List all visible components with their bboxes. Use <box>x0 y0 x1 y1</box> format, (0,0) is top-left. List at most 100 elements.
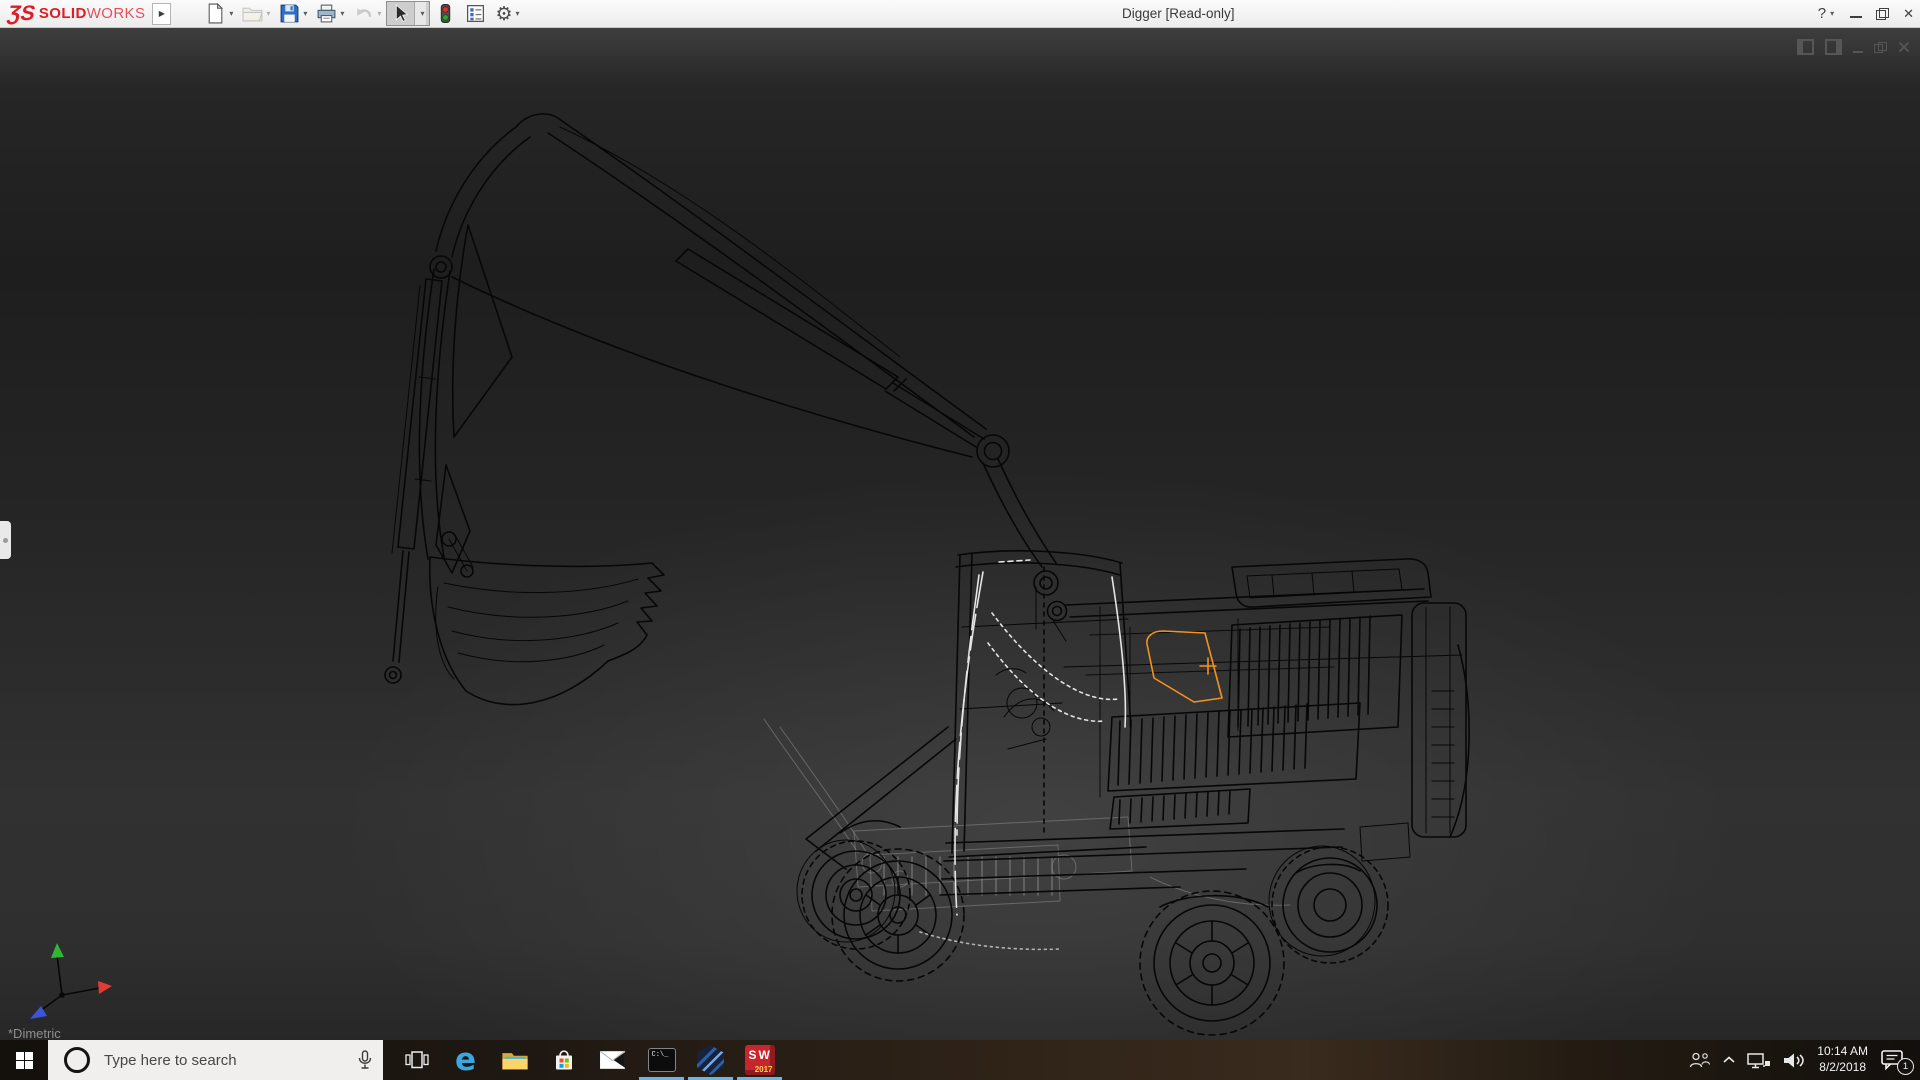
dropdown-arrow-icon[interactable]: ▾ <box>340 9 344 18</box>
highlight-edges <box>919 559 1127 951</box>
sw-year-label: 2017 <box>754 1065 773 1074</box>
people-icon <box>1690 1052 1711 1068</box>
chevron-up-icon <box>1723 1056 1735 1063</box>
open-folder-icon <box>242 7 264 22</box>
new-document-button[interactable]: ▾ <box>201 1 237 26</box>
wheels <box>796 819 1389 1036</box>
task-view-button[interactable] <box>392 1040 441 1080</box>
cortana-icon <box>64 1047 90 1073</box>
solidworks-logo-mark-icon: ƷS <box>5 2 38 25</box>
network-icon <box>1747 1052 1771 1068</box>
taskbar-clock[interactable]: 10:14 AM 8/2/2018 <box>1817 1044 1868 1075</box>
document-window-controls <box>1797 39 1910 55</box>
window-controls: ? ▾ ✕ <box>1818 0 1914 27</box>
action-center-button[interactable]: 1 <box>1880 1049 1914 1075</box>
undo-button[interactable]: ▾ <box>349 1 385 26</box>
view-orientation-label: *Dimetric <box>8 1026 61 1040</box>
people-button[interactable] <box>1689 1052 1711 1068</box>
windows-logo-icon <box>15 1051 33 1069</box>
dropdown-arrow-icon[interactable]: ▾ <box>229 9 233 18</box>
edrawings-button[interactable] <box>686 1040 735 1080</box>
edge-icon: e <box>454 1042 477 1078</box>
new-document-icon <box>209 3 224 24</box>
select-dropdown-section[interactable]: ▾ <box>414 2 427 25</box>
boom-arm <box>384 113 1068 684</box>
brand-solid-text: SOLID <box>38 5 87 22</box>
windows-taskbar: e C: <box>0 1040 1920 1080</box>
system-tray: 10:14 AM 8/2/2018 1 <box>1689 1040 1920 1080</box>
pane-left-icon[interactable] <box>1797 39 1814 55</box>
bucket <box>428 556 665 706</box>
doc-minimize-button[interactable] <box>1853 50 1863 53</box>
file-explorer-button[interactable] <box>490 1040 539 1080</box>
rebuild-button[interactable] <box>431 1 460 26</box>
brand-works-text: WORKS <box>86 5 146 22</box>
command-prompt-button[interactable]: C:\_ <box>637 1040 686 1080</box>
select-cursor-icon <box>396 4 409 23</box>
excavator-body <box>805 558 1470 896</box>
file-explorer-icon <box>501 1052 528 1069</box>
file-properties-icon <box>467 4 485 23</box>
solidworks-2017-icon: SW 2017 <box>744 1045 775 1075</box>
document-title: Digger [Read-only] <box>1122 6 1235 21</box>
orientation-triad[interactable] <box>30 943 112 1019</box>
store-button[interactable] <box>539 1040 588 1080</box>
undo-arrow-icon <box>357 8 372 17</box>
edge-button[interactable]: e <box>441 1040 490 1080</box>
restore-button[interactable] <box>1876 7 1890 20</box>
start-button[interactable] <box>0 1040 48 1080</box>
gear-icon: ⚙ <box>495 2 513 25</box>
doc-restore-button[interactable] <box>1874 41 1887 53</box>
rebuild-traffic-light-icon <box>441 4 451 23</box>
doc-close-button[interactable] <box>1898 41 1910 53</box>
quick-access-toolbar: ▾ ▾ ▾ ▾ ▾ ▾ ⚙ ▾ <box>201 0 524 27</box>
graphics-viewport[interactable]: *Dimetric <box>0 27 1920 1040</box>
dropdown-arrow-icon[interactable]: ▾ <box>303 9 307 18</box>
options-button[interactable]: ⚙ ▾ <box>491 1 523 26</box>
mail-button[interactable] <box>588 1040 637 1080</box>
print-button[interactable]: ▾ <box>312 1 348 26</box>
help-dropdown-icon[interactable]: ▾ <box>1830 9 1834 18</box>
solidworks-logo: ƷS SOLID WORKS <box>5 0 146 27</box>
dropdown-arrow-icon[interactable]: ▾ <box>516 9 520 18</box>
open-button[interactable]: ▾ <box>238 1 274 26</box>
minimize-button[interactable] <box>1850 15 1863 18</box>
store-icon <box>555 1050 572 1070</box>
pane-right-icon[interactable] <box>1825 39 1842 55</box>
select-tool-button[interactable]: ▾ <box>386 1 431 26</box>
taskbar-apps: e C:\_ SW 2017 <box>392 1040 784 1080</box>
help-button[interactable]: ? <box>1818 5 1826 22</box>
selected-door-edge[interactable] <box>1146 630 1223 703</box>
digger-wireframe-model[interactable] <box>0 27 1920 1040</box>
menu-flyout-button[interactable]: ▶ <box>152 2 172 25</box>
undercarriage-ghost-lines <box>763 718 1291 912</box>
taskbar-search[interactable] <box>48 1040 383 1080</box>
network-button[interactable] <box>1747 1052 1771 1069</box>
featuremanager-flyout-tab[interactable] <box>0 521 11 559</box>
flyout-arrow-icon: ▶ <box>158 9 165 18</box>
close-button[interactable]: ✕ <box>1903 0 1914 27</box>
dropdown-arrow-icon: ▾ <box>266 9 271 18</box>
dropdown-arrow-icon: ▾ <box>420 9 425 18</box>
dropdown-arrow-icon: ▾ <box>377 9 382 18</box>
command-prompt-icon: C:\_ <box>647 1048 676 1072</box>
solidworks-2017-button[interactable]: SW 2017 <box>735 1040 784 1080</box>
search-input[interactable] <box>102 1050 321 1070</box>
speaker-icon <box>1784 1053 1805 1067</box>
clock-time: 10:14 AM <box>1817 1044 1868 1059</box>
file-properties-button[interactable] <box>461 1 490 26</box>
notification-badge: 1 <box>1897 1058 1914 1075</box>
microphone-icon[interactable] <box>357 1050 373 1070</box>
volume-button[interactable] <box>1783 1052 1805 1069</box>
sw-label: SW <box>748 1048 772 1062</box>
clock-date: 8/2/2018 <box>1819 1060 1866 1074</box>
save-button[interactable]: ▾ <box>275 1 311 26</box>
save-floppy-icon <box>280 4 299 23</box>
print-icon <box>317 4 336 23</box>
task-view-icon <box>404 1051 429 1069</box>
mail-icon <box>599 1050 626 1069</box>
show-hidden-icons-button[interactable] <box>1723 1056 1735 1064</box>
title-bar: ƷS SOLID WORKS ▶ ▾ ▾ ▾ ▾ ▾ ▾ ⚙ ▾ Digger … <box>0 0 1920 28</box>
hexagon-viewer-icon <box>697 1045 724 1075</box>
flyout-dot-icon <box>3 537 8 543</box>
